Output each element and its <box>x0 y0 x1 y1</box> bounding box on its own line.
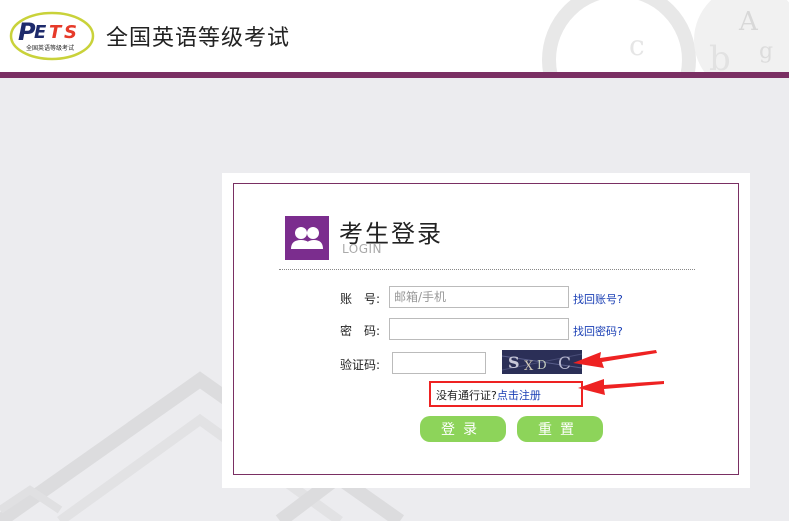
svg-text:b: b <box>709 39 731 74</box>
reset-button[interactable]: 重置 <box>517 416 603 442</box>
header: A g b c P E T S 全国英语等级考试 全国英语等级考试 <box>0 0 789 74</box>
users-icon <box>285 216 329 260</box>
register-prompt: 没有通行证?点击注册 <box>436 387 541 403</box>
svg-text:S: S <box>508 353 520 372</box>
password-input[interactable] <box>389 318 569 340</box>
no-pass-text: 没有通行证? <box>436 389 497 402</box>
svg-text:S: S <box>64 22 77 43</box>
find-password-link[interactable]: 找回密码? <box>573 323 623 339</box>
svg-text:D: D <box>537 358 547 372</box>
svg-text:X: X <box>524 359 534 374</box>
login-card: 考生登录 LOGIN 账 号: 找回账号? 密 码: 找回密码? 验证码: S … <box>222 173 750 488</box>
svg-text:T: T <box>49 22 63 43</box>
site-title: 全国英语等级考试 <box>106 26 291 51</box>
header-decoration: A g b c <box>542 0 789 74</box>
account-label: 账 号: <box>340 292 381 306</box>
svg-text:全国英语等级考试: 全国英语等级考试 <box>26 44 74 52</box>
header-bar <box>0 72 789 78</box>
register-highlight-box: 没有通行证?点击注册 <box>429 381 583 407</box>
svg-text:g: g <box>759 39 773 64</box>
login-subtitle: LOGIN <box>342 242 383 256</box>
svg-text:A: A <box>738 7 759 37</box>
title-divider <box>279 269 695 270</box>
register-link[interactable]: 点击注册 <box>497 389 541 402</box>
pets-logo-icon: P E T S 全国英语等级考试 <box>9 11 95 61</box>
password-label: 密 码: <box>340 324 381 338</box>
login-panel: 考生登录 LOGIN 账 号: 找回账号? 密 码: 找回密码? 验证码: S … <box>233 183 739 475</box>
account-input[interactable] <box>389 286 569 308</box>
captcha-input[interactable] <box>392 352 486 374</box>
pets-logo[interactable]: P E T S 全国英语等级考试 <box>9 11 95 61</box>
arrow-icon <box>573 350 664 395</box>
login-button[interactable]: 登录 <box>420 416 506 442</box>
captcha-label: 验证码: <box>340 358 381 372</box>
svg-text:E: E <box>34 22 47 43</box>
svg-text:c: c <box>629 29 645 62</box>
find-account-link[interactable]: 找回账号? <box>573 291 623 307</box>
